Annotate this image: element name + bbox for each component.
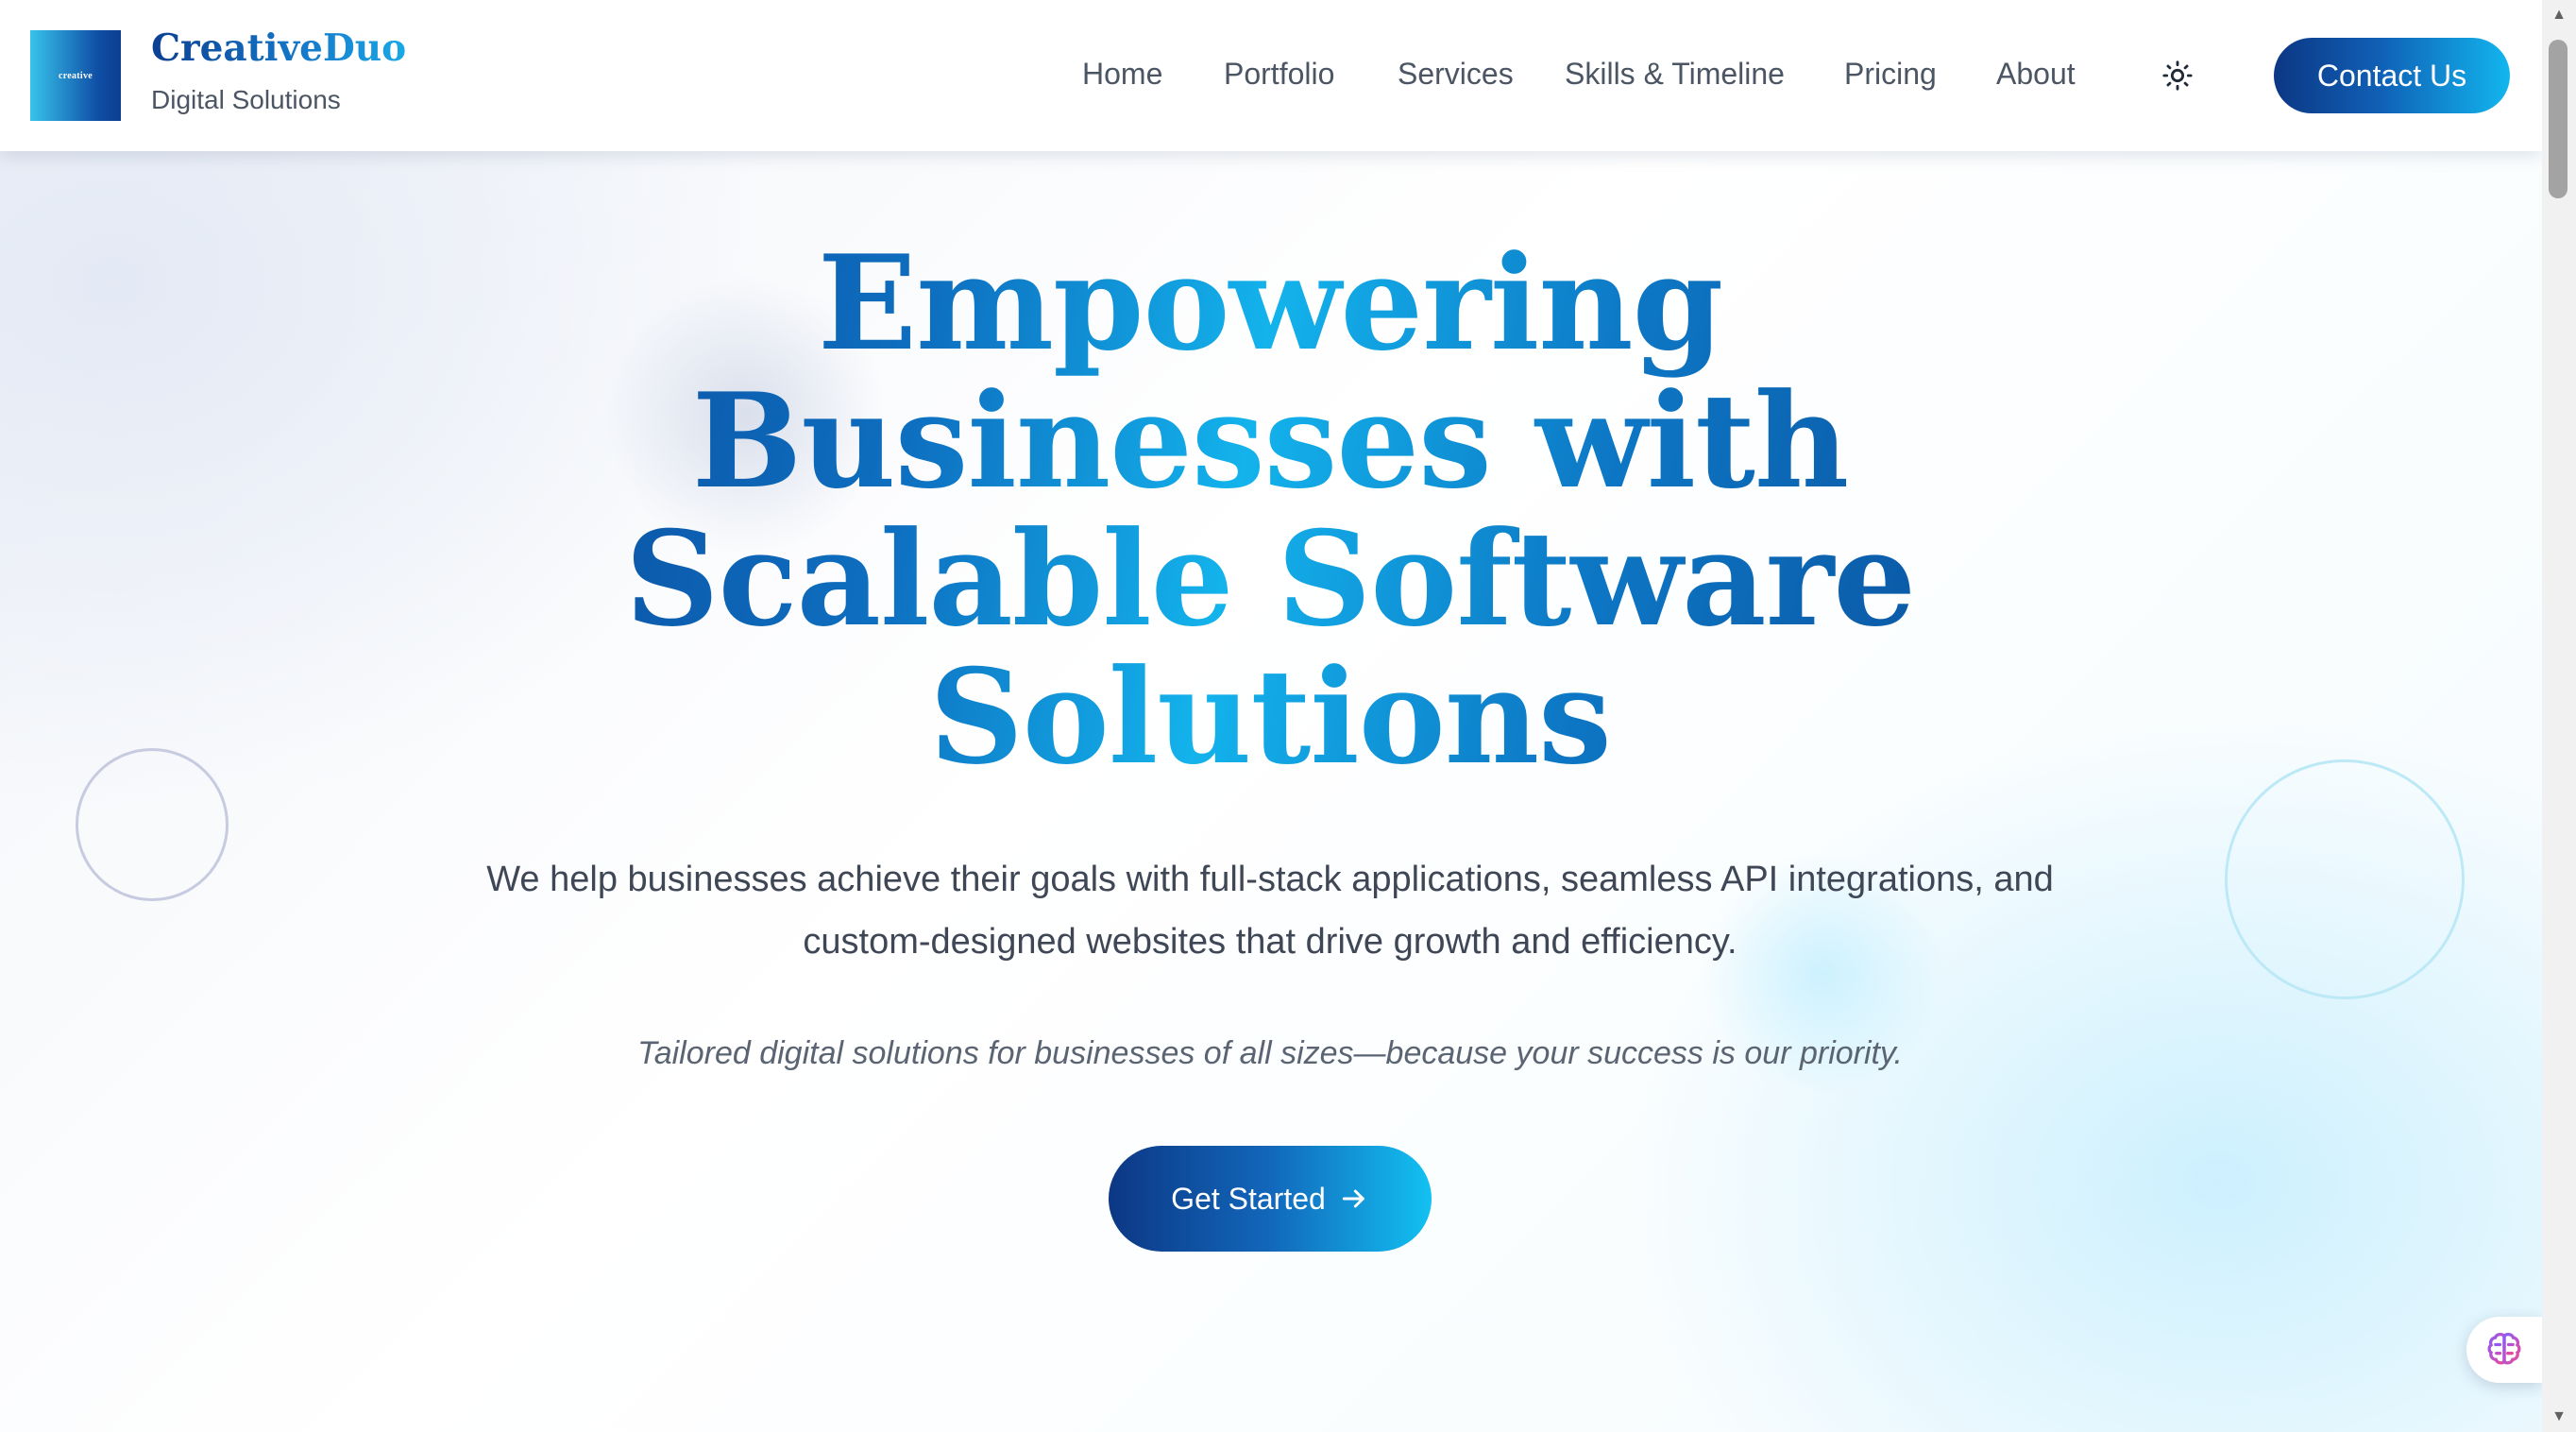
nav-item-home[interactable]: Home bbox=[1082, 57, 1162, 92]
decorative-ring bbox=[2225, 759, 2465, 999]
brain-icon bbox=[2487, 1332, 2521, 1365]
nav-item-portfolio[interactable]: Portfolio bbox=[1224, 57, 1334, 92]
contact-us-button[interactable]: Contact Us bbox=[2274, 38, 2510, 113]
brand-tagline: Digital Solutions bbox=[151, 85, 341, 114]
hero-description-line: We help businesses achieve their goals w… bbox=[486, 860, 2054, 899]
hero-description-line: custom-designed websites that drive grow… bbox=[803, 922, 1737, 962]
scroll-up-arrow-icon[interactable]: ▲ bbox=[2542, 0, 2576, 30]
nav-item-services[interactable]: Services bbox=[1398, 57, 1514, 92]
decorative-ring bbox=[76, 748, 229, 901]
vertical-scrollbar[interactable]: ▲ ▼ bbox=[2542, 0, 2576, 1432]
hero-title-line: Solutions bbox=[929, 639, 1611, 793]
logo-text: creative bbox=[58, 70, 93, 81]
get-started-button[interactable]: Get Started bbox=[1109, 1146, 1432, 1252]
nav-item-pricing[interactable]: Pricing bbox=[1844, 57, 1937, 92]
theme-toggle-button[interactable] bbox=[2159, 57, 2196, 94]
page: creative CreativeDuo Digital Solutions H… bbox=[0, 0, 2576, 1432]
brand-name[interactable]: CreativeDuo bbox=[151, 28, 406, 69]
scrollbar-thumb[interactable] bbox=[2549, 40, 2568, 198]
nav-item-about[interactable]: About bbox=[1996, 57, 2076, 92]
hero-title-line: Scalable Software bbox=[624, 502, 1916, 656]
assistant-widget-button[interactable] bbox=[2466, 1317, 2542, 1383]
arrow-right-icon bbox=[1342, 1189, 1364, 1208]
scroll-down-arrow-icon[interactable]: ▼ bbox=[2542, 1402, 2576, 1432]
hero-title-line: Businesses with bbox=[691, 364, 1849, 518]
get-started-label: Get Started bbox=[1171, 1181, 1326, 1216]
nav-item-skills-timeline[interactable]: Skills & Timeline bbox=[1565, 57, 1785, 92]
hero-title-line: Empowering bbox=[817, 226, 1723, 380]
hero-description: We help businesses achieve their goals w… bbox=[415, 848, 2125, 973]
logo[interactable]: creative bbox=[30, 30, 121, 121]
sun-icon bbox=[2162, 60, 2193, 91]
hero-tagline: Tailored digital solutions for businesse… bbox=[637, 1035, 1903, 1071]
hero-title: Empowering Businesses with Scalable Soft… bbox=[472, 234, 2068, 786]
site-header: creative CreativeDuo Digital Solutions H… bbox=[0, 0, 2542, 151]
